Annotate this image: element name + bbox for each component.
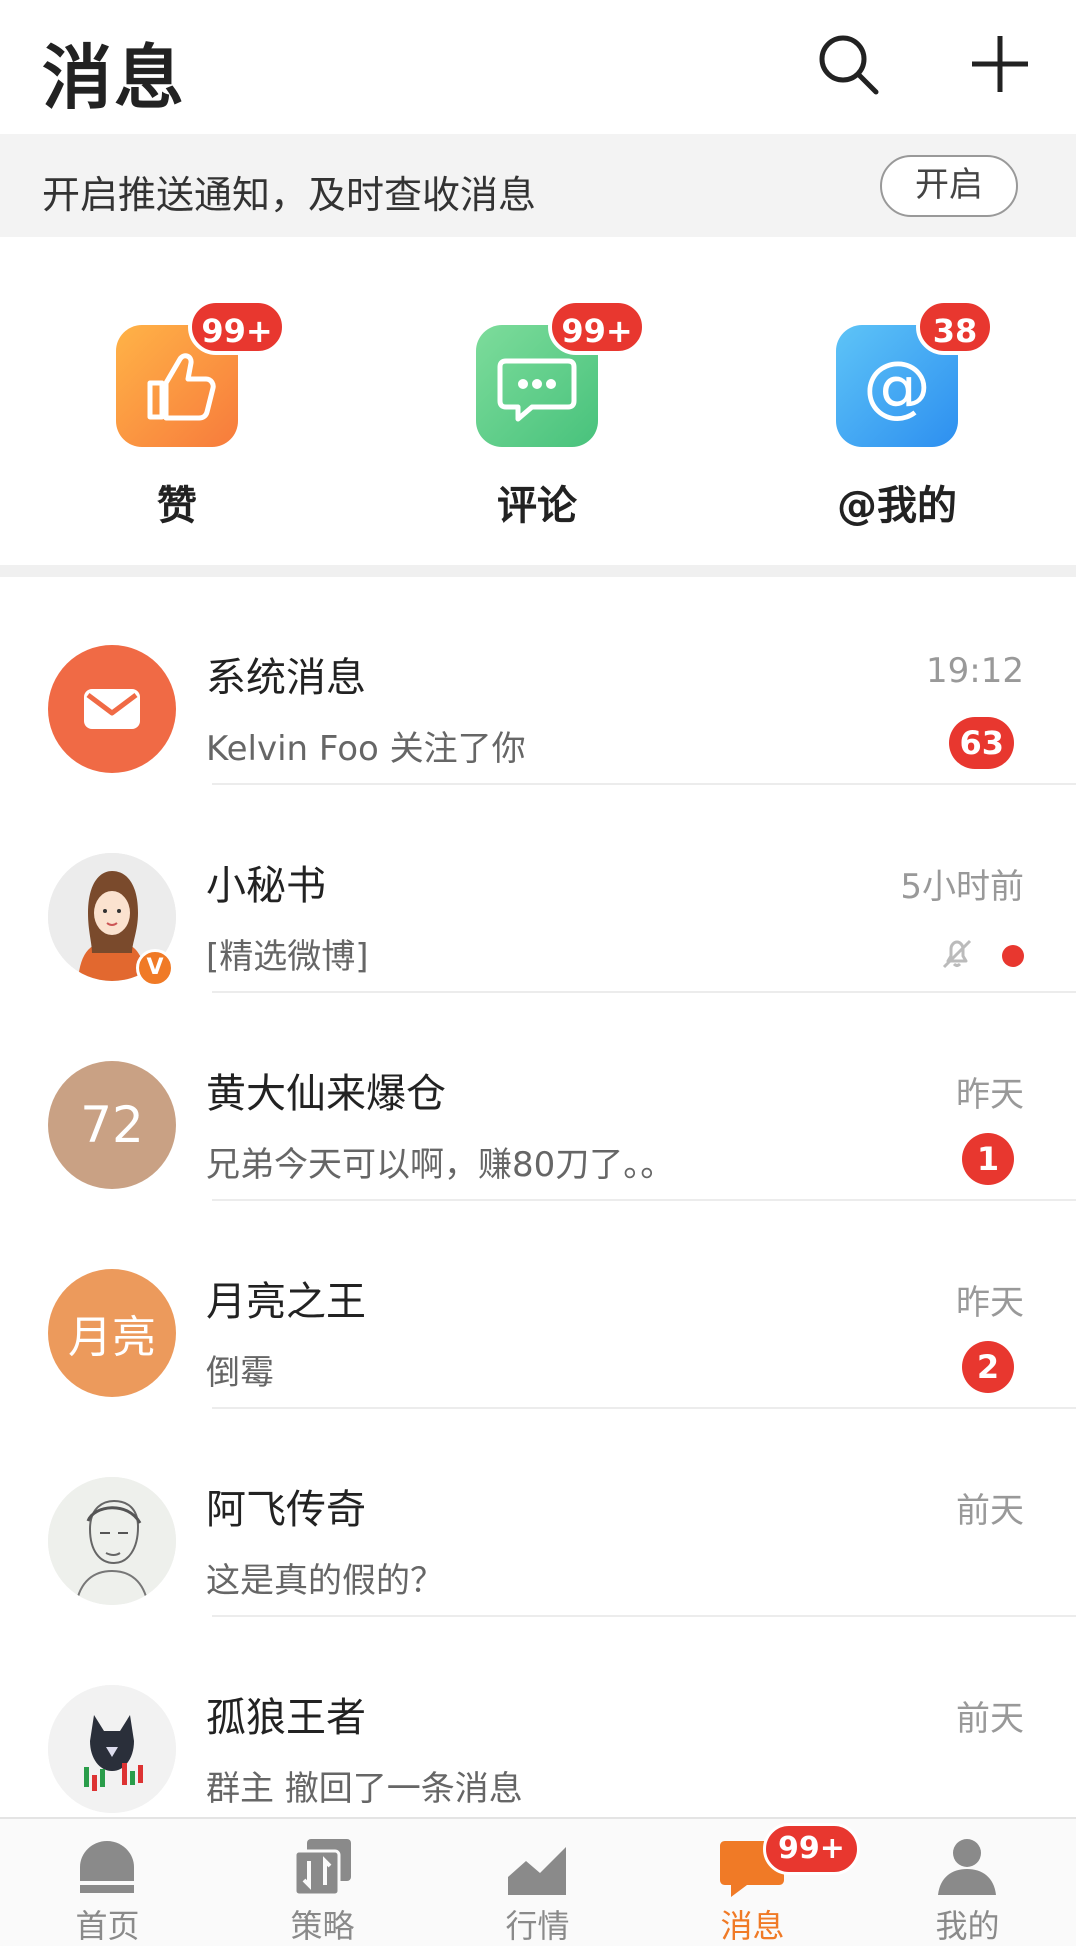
likes-label: 赞 (157, 483, 197, 529)
quick-action-likes[interactable]: 99+ 赞 (60, 237, 300, 565)
conversation-name: 小秘书 (206, 863, 326, 909)
tab-label: 首页 (75, 1907, 140, 1945)
search-icon[interactable] (814, 30, 882, 98)
tab-messages[interactable]: 99+ 消息 (645, 1819, 860, 1946)
messages-tab-badge: 99+ (763, 1823, 860, 1875)
conversation-item-secretary[interactable]: V 小秘书 [精选微博] 5小时前 (0, 785, 1076, 993)
conversation-item-system[interactable]: 系统消息 Kelvin Foo 关注了你 19:12 63 (0, 577, 1076, 785)
conversation-time: 前天 (956, 1491, 1024, 1531)
tab-label: 我的 (935, 1907, 1000, 1945)
quick-action-mentions[interactable]: @ 38 @我的 (780, 237, 1020, 565)
home-icon (80, 1841, 134, 1893)
conversation-preview: Kelvin Foo 关注了你 (206, 729, 526, 769)
text-avatar: 月亮 (48, 1269, 176, 1397)
tab-strategy[interactable]: 策略 (215, 1819, 430, 1946)
quick-actions: 99+ 赞 99+ 评论 @ 38 @我的 (0, 237, 1076, 565)
conversation-item-huangdaxian[interactable]: 72 黄大仙来爆仓 兄弟今天可以啊，赚80刀了。。 昨天 1 (0, 993, 1076, 1201)
conversation-time: 19:12 (926, 651, 1024, 691)
sketch-portrait-avatar (48, 1477, 176, 1605)
conversation-name: 阿飞传奇 (206, 1487, 366, 1533)
conversation-preview: 这是真的假的？ (206, 1561, 444, 1601)
plus-icon[interactable] (966, 30, 1034, 98)
conversation-item-moonking[interactable]: 月亮 月亮之王 倒霉 昨天 2 (0, 1201, 1076, 1409)
strategy-icon (293, 1839, 351, 1897)
mail-icon (48, 645, 176, 773)
page-title: 消息 (42, 37, 186, 119)
unread-dot (1002, 945, 1024, 967)
bottom-tab-bar: 首页 策略 行情 99+ 消息 我的 (0, 1817, 1076, 1946)
conversation-name: 系统消息 (206, 655, 366, 701)
unread-count-badge: 1 (962, 1133, 1014, 1185)
conversation-item-lonewolf[interactable]: 孤狼王者 群主 撤回了一条消息 前天 (0, 1617, 1076, 1825)
likes-badge: 99+ (188, 299, 286, 355)
conversation-preview: 兄弟今天可以啊，赚80刀了。。 (206, 1145, 675, 1185)
enable-push-button[interactable]: 开启 (880, 155, 1018, 217)
text-avatar: 72 (48, 1061, 176, 1189)
messages-page: 消息 开启推送通知，及时查收消息 开启 99+ 赞 99+ 评论 @ 38 @我… (0, 0, 1076, 1946)
tab-home[interactable]: 首页 (0, 1819, 215, 1946)
conversation-preview: 倒霉 (206, 1353, 274, 1393)
conversation-time: 昨天 (956, 1283, 1024, 1323)
conversation-list: 系统消息 Kelvin Foo 关注了你 19:12 63 V 小秘书 [精选微… (0, 577, 1076, 1817)
conversation-name: 孤狼王者 (206, 1695, 366, 1741)
wolf-candlestick-avatar (48, 1685, 176, 1813)
tab-label: 消息 (720, 1907, 785, 1945)
conversation-name: 黄大仙来爆仓 (206, 1071, 446, 1117)
unread-count-badge: 63 (949, 717, 1014, 769)
tab-profile[interactable]: 我的 (860, 1819, 1075, 1946)
tab-label: 行情 (505, 1907, 570, 1945)
push-notification-banner: 开启推送通知，及时查收消息 开启 (0, 134, 1076, 237)
mentions-label: @我的 (837, 483, 957, 529)
mentions-badge: 38 (916, 299, 994, 355)
top-header: 消息 (0, 0, 1076, 134)
push-banner-text: 开启推送通知，及时查收消息 (42, 173, 537, 217)
profile-icon (938, 1839, 996, 1895)
market-icon (506, 1837, 568, 1895)
conversation-preview: [精选微博] (206, 937, 369, 977)
conversation-name: 月亮之王 (206, 1279, 366, 1325)
conversation-preview: 群主 撤回了一条消息 (206, 1769, 523, 1809)
conversation-time: 前天 (956, 1699, 1024, 1739)
quick-action-comments[interactable]: 99+ 评论 (420, 237, 660, 565)
verified-badge: V (136, 949, 174, 987)
svg-text:@: @ (863, 347, 931, 426)
avatar-initials: 72 (80, 1096, 144, 1154)
section-divider (0, 565, 1076, 577)
avatar-initials: 月亮 (68, 1312, 156, 1363)
tab-market[interactable]: 行情 (430, 1819, 645, 1946)
comments-badge: 99+ (548, 299, 646, 355)
unread-count-badge: 2 (962, 1341, 1014, 1393)
tab-label: 策略 (290, 1907, 355, 1945)
conversation-item-afei[interactable]: 阿飞传奇 这是真的假的？ 前天 (0, 1409, 1076, 1617)
comments-label: 评论 (497, 483, 577, 529)
conversation-time: 5小时前 (900, 867, 1024, 907)
conversation-time: 昨天 (956, 1075, 1024, 1115)
mute-bell-icon (938, 935, 976, 973)
